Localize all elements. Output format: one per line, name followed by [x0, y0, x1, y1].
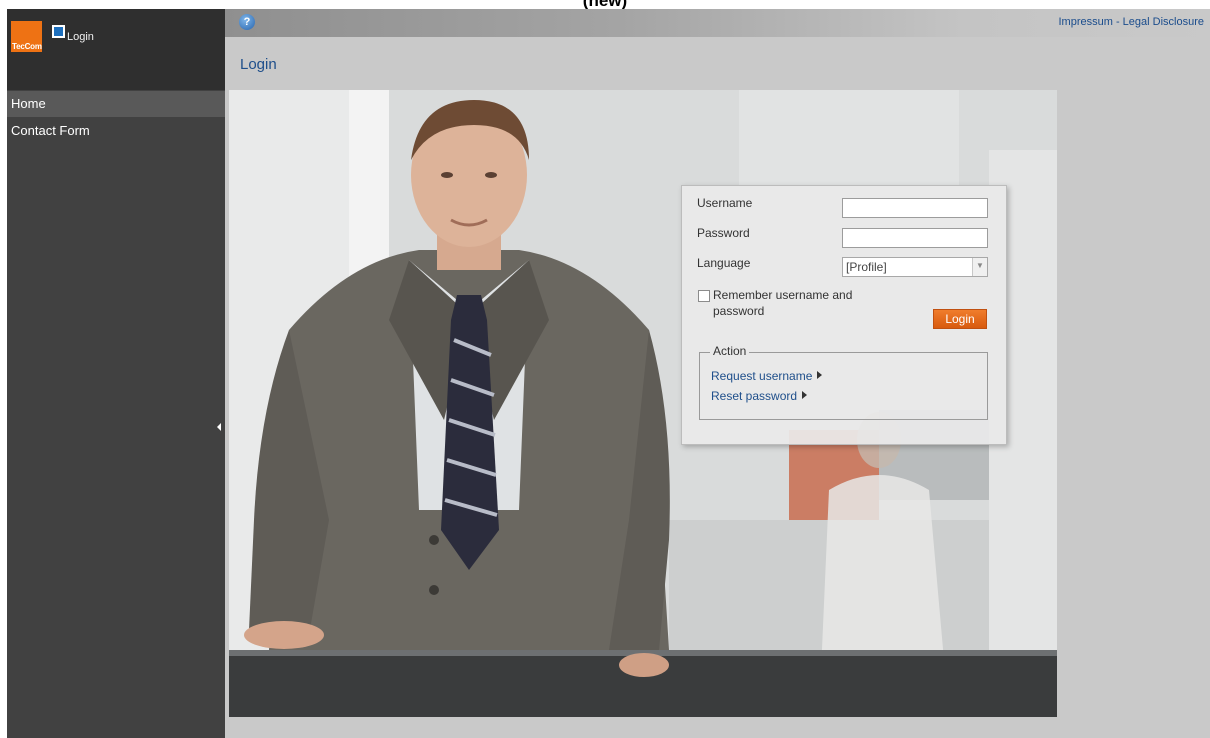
action-group: Action Request username Reset password	[699, 344, 988, 420]
page-caption: (new)	[0, 0, 1210, 9]
logo-accent-square	[52, 25, 65, 38]
page-caption-text: (new)	[0, 0, 1210, 9]
hero-image: Username Password Language [Profile] ▼ R…	[229, 90, 1057, 717]
app-title: Login	[67, 31, 94, 43]
reset-password-label: Reset password	[711, 389, 798, 403]
sidebar-item-contact-form[interactable]: Contact Form	[7, 118, 225, 144]
language-label: Language	[697, 256, 751, 270]
password-label: Password	[697, 226, 750, 240]
dropdown-arrow-icon: ▼	[972, 258, 987, 276]
logo-area: TecCom Login	[7, 9, 225, 90]
remember-label: Remember username and password	[713, 288, 853, 318]
username-input[interactable]	[842, 198, 988, 218]
sidebar-item-home[interactable]: Home	[7, 91, 225, 117]
request-username-label: Request username	[711, 369, 813, 383]
top-bar: ? Impressum - Legal Disclosure	[225, 9, 1210, 37]
help-icon[interactable]: ?	[239, 14, 255, 30]
language-selected-value: [Profile]	[846, 260, 887, 274]
collapse-sidebar-icon[interactable]	[217, 423, 221, 431]
main-content: ? Impressum - Legal Disclosure Login Use…	[225, 9, 1210, 738]
remember-checkbox[interactable]	[698, 290, 710, 302]
language-select[interactable]: [Profile] ▼	[842, 257, 988, 277]
arrow-right-icon	[817, 371, 823, 379]
login-panel: Username Password Language [Profile] ▼ R…	[681, 185, 1007, 445]
impressum-link[interactable]: Impressum - Legal Disclosure	[1059, 16, 1205, 28]
username-label: Username	[697, 196, 753, 210]
request-username-link[interactable]: Request username	[711, 369, 823, 383]
login-button[interactable]: Login	[933, 309, 987, 329]
reset-password-link[interactable]: Reset password	[711, 389, 808, 403]
arrow-right-icon	[802, 391, 808, 399]
app-window: TecCom Login Home Contact Form ? Impress…	[7, 9, 1210, 738]
logo-text: TecCom	[12, 42, 42, 51]
action-legend: Action	[710, 344, 750, 358]
teccom-logo: TecCom	[11, 21, 42, 52]
page-title: Login	[240, 56, 277, 73]
sidebar: TecCom Login Home Contact Form	[7, 9, 225, 738]
password-input[interactable]	[842, 228, 988, 248]
